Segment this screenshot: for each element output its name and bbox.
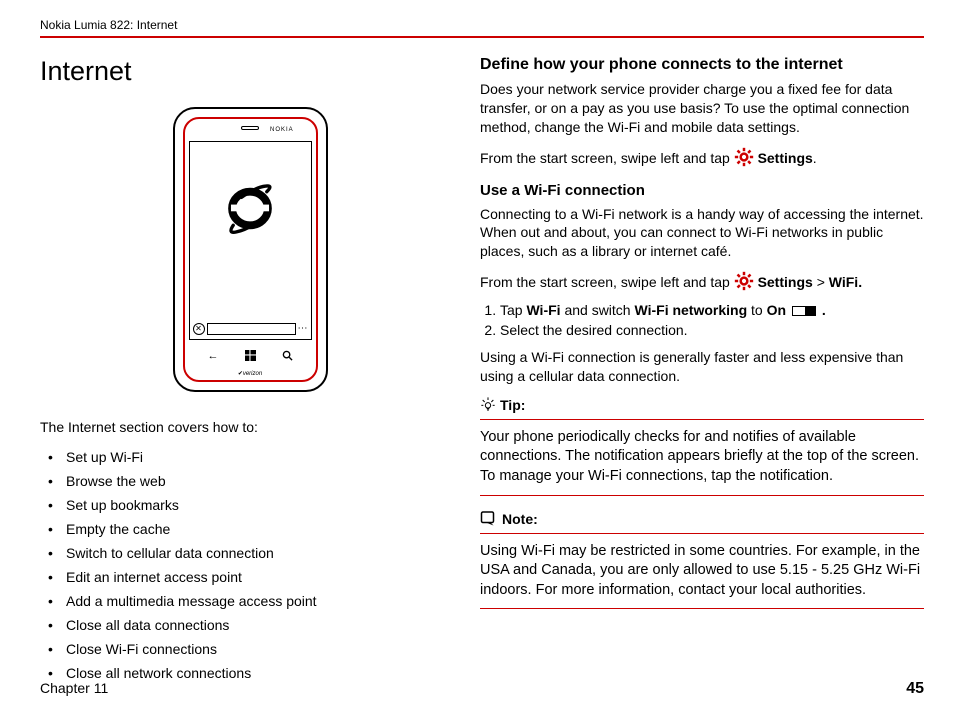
text-bold: Wi-Fi networking [635, 302, 748, 318]
subsection-heading: Use a Wi-Fi connection [480, 182, 924, 199]
divider [480, 533, 924, 534]
windows-icon [245, 350, 256, 364]
text: and switch [561, 302, 635, 318]
close-icon: ✕ [193, 323, 205, 335]
right-column: Define how your phone connects to the in… [480, 56, 924, 685]
divider [480, 608, 924, 609]
paragraph-wifi-path: From the start screen, swipe left and ta… [480, 271, 924, 296]
text-bold: Wi-Fi [526, 302, 560, 318]
divider [480, 495, 924, 496]
paragraph: Does your network service provider charg… [480, 80, 924, 137]
tip-icon [480, 396, 496, 415]
text: to [747, 302, 766, 318]
tip-label: Tip: [480, 396, 924, 415]
list-item: Close Wi-Fi connections [44, 637, 460, 661]
text: From the start screen, swipe left and ta… [480, 274, 734, 290]
note-label: Note: [480, 510, 924, 529]
back-icon: ← [208, 350, 219, 364]
header-title: Nokia Lumia 822: Internet [40, 18, 924, 32]
paragraph: Connecting to a Wi-Fi network is a handy… [480, 205, 924, 262]
steps-list: Tap Wi-Fi and switch Wi-Fi networking to… [500, 300, 924, 340]
page-number: 45 [906, 680, 924, 698]
step-item: Tap Wi-Fi and switch Wi-Fi networking to… [500, 300, 924, 320]
list-item: Browse the web [44, 469, 460, 493]
soft-keys: ← [195, 350, 306, 364]
text: Tap [500, 302, 526, 318]
settings-label: Settings [758, 274, 813, 290]
separator: > [817, 274, 829, 290]
paragraph: Using a Wi-Fi connection is generally fa… [480, 348, 924, 386]
note-label-text: Note: [502, 511, 538, 527]
list-item: Set up Wi-Fi [44, 445, 460, 469]
header-rule [40, 36, 924, 38]
address-bar: ✕ ⋯ [193, 322, 308, 336]
chapter-label: Chapter 11 [40, 680, 108, 698]
list-item: Empty the cache [44, 517, 460, 541]
list-item: Add a multimedia message access point [44, 589, 460, 613]
carrier-label: verizon [238, 370, 262, 377]
text: From the start screen, swipe left and ta… [480, 150, 734, 166]
paragraph-settings-path: From the start screen, swipe left and ta… [480, 147, 924, 172]
note-icon [480, 510, 498, 529]
tip-body: Your phone periodically checks for and n… [480, 424, 924, 491]
text-bold: . [818, 302, 826, 318]
text-bold: On [767, 302, 786, 318]
gear-icon [734, 271, 754, 296]
tip-label-text: Tip: [500, 397, 525, 413]
covers-list: Set up Wi-Fi Browse the web Set up bookm… [40, 445, 460, 685]
phone-brand-text: NOKIA [270, 127, 294, 133]
note-body: Using Wi-Fi may be restricted in some co… [480, 538, 924, 605]
toggle-on-icon [792, 306, 816, 316]
section-heading: Define how your phone connects to the in… [480, 56, 924, 74]
divider [480, 419, 924, 420]
settings-label: Settings [758, 150, 813, 166]
left-column: Internet NOKIA [40, 56, 460, 685]
page-title: Internet [40, 56, 460, 87]
internet-explorer-icon [222, 180, 278, 241]
phone-illustration: NOKIA ✕ ⋯ [40, 107, 460, 397]
search-icon [282, 350, 293, 364]
phone-screen: ✕ ⋯ [189, 141, 312, 340]
list-item: Edit an internet access point [44, 565, 460, 589]
gear-icon [734, 147, 754, 172]
phone-speaker [241, 126, 259, 130]
list-item: Set up bookmarks [44, 493, 460, 517]
intro-text: The Internet section covers how to: [40, 419, 460, 435]
content-columns: Internet NOKIA [40, 56, 924, 685]
wifi-label: WiFi. [829, 274, 862, 290]
list-item: Close all data connections [44, 613, 460, 637]
footer: Chapter 11 45 [40, 680, 924, 698]
url-field [207, 323, 296, 335]
step-item: Select the desired connection. [500, 320, 924, 340]
more-icon: ⋯ [298, 326, 308, 332]
list-item: Switch to cellular data connection [44, 541, 460, 565]
